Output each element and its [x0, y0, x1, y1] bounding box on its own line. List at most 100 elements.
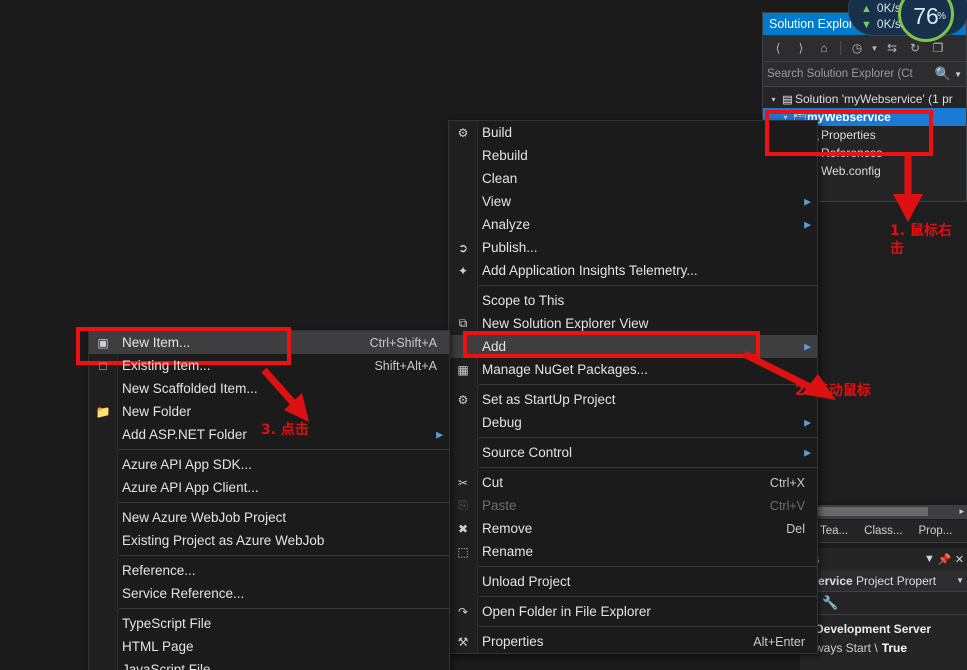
- back-icon[interactable]: ⟨: [768, 38, 788, 58]
- scroll-right-icon[interactable]: ▸: [959, 506, 964, 517]
- menu-item-debug[interactable]: Debug ▶: [449, 411, 817, 434]
- tree-node-label: Solution 'myWebservice' (1 pr: [795, 92, 953, 106]
- property-row[interactable]: ways Start \ True: [800, 638, 967, 657]
- menu-item-paste: ⎘ Paste Ctrl+V: [449, 494, 817, 517]
- menu-separator: [479, 596, 817, 597]
- solution-explorer-search[interactable]: Search Solution Explorer (Ct 🔍 ▼: [763, 62, 966, 87]
- menu-item-rebuild[interactable]: Rebuild: [449, 144, 817, 167]
- menu-item-shortcut: Shift+Alt+A: [374, 358, 437, 373]
- menu-item-view[interactable]: View ▶: [449, 190, 817, 213]
- menu-item-analyze[interactable]: Analyze ▶: [449, 213, 817, 236]
- menu-separator: [479, 467, 817, 468]
- submenu-item-service-reference[interactable]: Service Reference...: [89, 582, 449, 605]
- properties-panel: ies ▼ 📌 ✕ bservice Project Propert ▼ 🔧 ⊟…: [800, 548, 967, 670]
- menu-item-label: JavaScript File: [122, 662, 211, 670]
- menu-item-label: TypeScript File: [122, 616, 212, 631]
- cut-icon: ✂: [457, 475, 469, 490]
- nuget-icon: ▦: [457, 362, 469, 377]
- pending-changes-icon[interactable]: ◷: [847, 38, 867, 58]
- menu-item-label: New Solution Explorer View: [482, 316, 649, 331]
- menu-item-label: Publish...: [482, 240, 538, 255]
- menu-item-label: Existing Project as Azure WebJob: [122, 533, 325, 548]
- menu-item-label: Manage NuGet Packages...: [482, 362, 648, 377]
- tree-node-solution-mywebservice-1-pr[interactable]: ▾ ▤ Solution 'myWebservice' (1 pr: [763, 90, 966, 108]
- chevron-down-icon[interactable]: ▼: [953, 576, 967, 585]
- chevron-down-icon[interactable]: ▼: [922, 553, 937, 565]
- menu-item-remove[interactable]: ✖ Remove Del: [449, 517, 817, 540]
- properties-object-type: Project Propert: [856, 573, 937, 588]
- insights-icon: ✦: [457, 263, 469, 278]
- forward-icon[interactable]: ⟩: [791, 38, 811, 58]
- submenu-arrow-icon: ▶: [804, 447, 811, 457]
- menu-item-add[interactable]: Add ▶: [449, 335, 817, 358]
- menu-item-label: Scope to This: [482, 293, 565, 308]
- menu-item-publish[interactable]: ➲ Publish...: [449, 236, 817, 259]
- menu-item-shortcut: Alt+Enter: [753, 634, 805, 649]
- submenu-item-existing-item[interactable]: □ Existing Item... Shift+Alt+A: [89, 354, 449, 377]
- sync-icon[interactable]: ⇆: [882, 38, 902, 58]
- menu-item-cut[interactable]: ✂ Cut Ctrl+X: [449, 471, 817, 494]
- search-icon: 🔍: [934, 66, 952, 81]
- wrench-icon[interactable]: 🔧: [822, 595, 838, 611]
- menu-item-open-folder-in-file-explorer[interactable]: ↷ Open Folder in File Explorer: [449, 600, 817, 623]
- properties-object-combo[interactable]: bservice Project Propert ▼: [800, 570, 967, 592]
- menu-item-label: Set as StartUp Project: [482, 392, 616, 407]
- dock-tab-prop[interactable]: Prop...: [910, 525, 960, 537]
- horizontal-scrollbar[interactable]: ▸: [812, 505, 967, 519]
- home-icon[interactable]: ⌂: [814, 38, 834, 58]
- submenu-arrow-icon: ▶: [804, 196, 811, 206]
- upload-rate: ▲ 0K/s: [861, 1, 901, 15]
- submenu-item-existing-project-as-azure-webjob[interactable]: Existing Project as Azure WebJob: [89, 529, 449, 552]
- submenu-item-azure-api-app-sdk[interactable]: Azure API App SDK...: [89, 453, 449, 476]
- submenu-item-new-item[interactable]: ▣ New Item... Ctrl+Shift+A: [89, 331, 449, 354]
- scrollbar-thumb[interactable]: [816, 507, 928, 516]
- menu-item-scope-to-this[interactable]: Scope to This: [449, 289, 817, 312]
- submenu-item-azure-api-app-client[interactable]: Azure API App Client...: [89, 476, 449, 499]
- search-options-chevron-icon[interactable]: ▼: [954, 70, 962, 79]
- expander-icon[interactable]: ▾: [767, 95, 780, 104]
- menu-item-unload-project[interactable]: Unload Project: [449, 570, 817, 593]
- menu-item-add-application-insights-telemetry[interactable]: ✦ Add Application Insights Telemetry...: [449, 259, 817, 282]
- search-input[interactable]: Search Solution Explorer (Ct: [767, 68, 933, 80]
- upload-arrow-icon: ▲: [861, 3, 872, 15]
- wrench-icon: ⚒: [457, 634, 469, 649]
- menu-item-rename[interactable]: ⬚ Rename: [449, 540, 817, 563]
- property-row[interactable]: ⊟Development Server: [800, 619, 967, 638]
- submenu-item-html-page[interactable]: HTML Page: [89, 635, 449, 658]
- menu-item-label: New Item...: [122, 335, 191, 350]
- gear-icon: ⚙: [457, 392, 469, 407]
- menu-item-manage-nuget-packages[interactable]: ▦ Manage NuGet Packages...: [449, 358, 817, 381]
- menu-item-label: Open Folder in File Explorer: [482, 604, 651, 619]
- submenu-item-javascript-file[interactable]: JavaScript File: [89, 658, 449, 670]
- submenu-item-new-scaffolded-item[interactable]: New Scaffolded Item...: [89, 377, 449, 400]
- solution-icon: ▤: [782, 93, 793, 106]
- tree-node-label: References: [821, 146, 883, 160]
- menu-item-clean[interactable]: Clean: [449, 167, 817, 190]
- submenu-arrow-icon: ▶: [804, 417, 811, 427]
- menu-item-new-solution-explorer-view[interactable]: ⧉ New Solution Explorer View: [449, 312, 817, 335]
- menu-item-build[interactable]: ⚙ Build: [449, 121, 817, 144]
- menu-item-set-as-startup-project[interactable]: ⚙ Set as StartUp Project: [449, 388, 817, 411]
- menu-item-source-control[interactable]: Source Control ▶: [449, 441, 817, 464]
- new-item-icon: ▣: [97, 335, 109, 350]
- tree-node-label: Properties: [821, 128, 876, 142]
- menu-separator: [119, 449, 449, 450]
- new-folder-icon: 📁: [95, 404, 111, 419]
- submenu-item-new-folder[interactable]: 📁 New Folder: [89, 400, 449, 423]
- menu-item-label: New Folder: [122, 404, 192, 419]
- tree-node-label: myWebservice: [807, 110, 891, 124]
- chevron-down-icon[interactable]: ▼: [870, 38, 879, 58]
- dock-tab-class[interactable]: Class...: [856, 525, 910, 537]
- dock-tab-tea[interactable]: Tea...: [812, 525, 856, 537]
- submenu-item-reference[interactable]: Reference...: [89, 559, 449, 582]
- submenu-item-typescript-file[interactable]: TypeScript File: [89, 612, 449, 635]
- menu-item-properties[interactable]: ⚒ Properties Alt+Enter: [449, 630, 817, 653]
- submenu-item-new-azure-webjob-project[interactable]: New Azure WebJob Project: [89, 506, 449, 529]
- menu-separator: [479, 384, 817, 385]
- menu-item-label: Paste: [482, 498, 517, 513]
- pin-icon[interactable]: 📌: [937, 553, 952, 566]
- close-icon[interactable]: ✕: [952, 553, 967, 566]
- menu-item-label: Source Control: [482, 445, 573, 460]
- submenu-item-add-asp-net-folder[interactable]: Add ASP.NET Folder ▶: [89, 423, 449, 446]
- menu-item-label: Azure API App SDK...: [122, 457, 252, 472]
